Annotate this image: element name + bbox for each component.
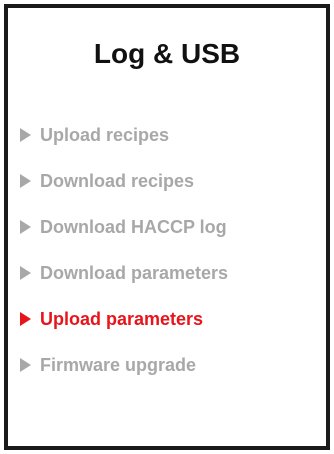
- menu-item-upload-recipes[interactable]: Upload recipes: [20, 112, 228, 158]
- triangle-right-icon: [20, 174, 31, 188]
- menu-item-label: Download recipes: [40, 170, 195, 191]
- triangle-right-icon: [20, 266, 31, 280]
- menu-item-upload-parameters[interactable]: Upload parameters: [20, 296, 228, 342]
- menu-item-label: Upload recipes: [40, 124, 170, 145]
- menu-item-download-recipes[interactable]: Download recipes: [20, 158, 228, 204]
- log-usb-menu: Upload recipes Download recipes Download…: [20, 112, 228, 388]
- triangle-right-icon: [20, 358, 31, 372]
- menu-item-firmware-upgrade[interactable]: Firmware upgrade: [20, 342, 228, 388]
- log-usb-panel: Log & USB Upload recipes Download recipe…: [4, 4, 330, 450]
- menu-item-label: Upload parameters: [40, 308, 204, 329]
- triangle-right-icon: [20, 128, 31, 142]
- menu-item-label: Download parameters: [40, 262, 229, 283]
- menu-item-download-haccp-log[interactable]: Download HACCP log: [20, 204, 228, 250]
- menu-item-download-parameters[interactable]: Download parameters: [20, 250, 228, 296]
- menu-item-label: Firmware upgrade: [40, 354, 197, 375]
- menu-item-label: Download HACCP log: [40, 216, 227, 237]
- triangle-right-icon: [20, 220, 31, 234]
- triangle-right-icon: [20, 312, 31, 326]
- panel-title: Log & USB: [93, 38, 241, 69]
